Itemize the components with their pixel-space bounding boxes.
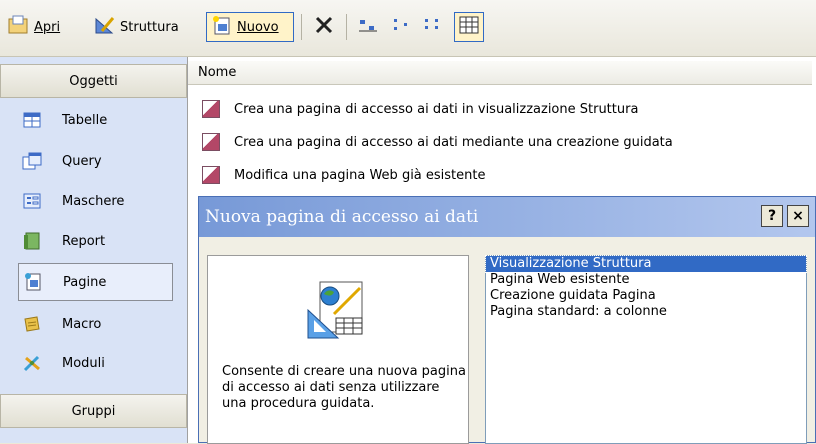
- large-icons-button[interactable]: [354, 12, 382, 42]
- open-label: Apri: [34, 19, 61, 35]
- page-shortcut-icon: [202, 133, 220, 151]
- name-column-header[interactable]: Nome: [188, 61, 812, 85]
- open-button[interactable]: Apri: [8, 12, 60, 42]
- new-label: Nuovo: [237, 19, 279, 35]
- query-icon: [22, 151, 42, 171]
- design-view-icon: [304, 278, 372, 350]
- sidebar-item-label: Query: [62, 153, 102, 169]
- preview-panel: Consente di creare una nuova pagina di a…: [207, 255, 469, 444]
- design-label: Struttura: [120, 19, 179, 35]
- list-item[interactable]: Modifica una pagina Web già esistente: [202, 163, 486, 187]
- objects-pane: Oggetti Tabelle Query Maschere Report Pa…: [0, 57, 188, 443]
- list-item-label: Crea una pagina di accesso ai dati media…: [234, 134, 673, 150]
- dialog-title: Nuova pagina di accesso ai dati: [205, 207, 479, 227]
- sidebar-item-reports[interactable]: Report: [22, 222, 174, 260]
- small-icons-icon: [392, 17, 412, 37]
- page-type-listbox[interactable]: Visualizzazione Struttura Pagina Web esi…: [485, 255, 807, 444]
- sidebar-item-queries[interactable]: Query: [22, 142, 174, 180]
- sidebar-item-pages[interactable]: Pagine: [18, 263, 173, 301]
- design-icon: [94, 15, 116, 39]
- new-icon: [211, 15, 233, 39]
- list-option[interactable]: Creazione guidata Pagina: [486, 288, 806, 304]
- list-option[interactable]: Visualizzazione Struttura: [485, 255, 807, 273]
- sidebar-item-forms[interactable]: Maschere: [22, 182, 174, 220]
- small-icons-button[interactable]: [388, 12, 416, 42]
- toolbar-separator: [301, 14, 302, 40]
- report-icon: [22, 231, 42, 251]
- groups-header-label: Gruppi: [71, 403, 116, 419]
- open-icon: [8, 15, 30, 39]
- sidebar-item-label: Report: [62, 233, 106, 249]
- page-shortcut-icon: [202, 166, 220, 184]
- delete-button[interactable]: [309, 12, 339, 42]
- page-icon: [23, 272, 43, 292]
- objects-header-button[interactable]: Oggetti: [0, 64, 187, 98]
- objects-header-label: Oggetti: [69, 73, 118, 89]
- list-view-button[interactable]: [420, 12, 448, 42]
- table-icon: [22, 110, 42, 130]
- design-button[interactable]: Struttura: [94, 12, 179, 42]
- details-view-button[interactable]: [454, 12, 484, 42]
- groups-header-button[interactable]: Gruppi: [0, 394, 187, 428]
- page-shortcut-icon: [202, 100, 220, 118]
- large-icons-icon: [358, 17, 378, 37]
- list-option[interactable]: Pagina Web esistente: [486, 272, 806, 288]
- module-icon: [22, 353, 42, 373]
- sidebar-item-label: Macro: [62, 316, 102, 332]
- close-icon: ×: [792, 208, 804, 224]
- list-view-icon: [424, 17, 444, 37]
- list-option[interactable]: Pagina standard: a colonne: [486, 304, 806, 320]
- sidebar-item-label: Moduli: [62, 355, 105, 371]
- list-item[interactable]: Crea una pagina di accesso ai dati in vi…: [202, 97, 638, 121]
- sidebar-item-modules[interactable]: Moduli: [22, 344, 174, 382]
- sidebar-item-macros[interactable]: Macro: [22, 305, 174, 343]
- list-item-label: Modifica una pagina Web già esistente: [234, 167, 486, 183]
- list-item-label: Crea una pagina di accesso ai dati in vi…: [234, 101, 639, 117]
- macro-icon: [22, 314, 42, 334]
- delete-icon: [314, 15, 334, 39]
- list-item[interactable]: Crea una pagina di accesso ai dati media…: [202, 130, 673, 154]
- new-page-dialog: Nuova pagina di accesso ai dati ? × Cons…: [198, 196, 816, 444]
- dialog-title-bar[interactable]: Nuova pagina di accesso ai dati: [199, 197, 815, 237]
- sidebar-item-label: Tabelle: [62, 112, 108, 128]
- sidebar-item-label: Maschere: [62, 193, 125, 209]
- sidebar-item-label: Pagine: [63, 274, 107, 290]
- column-header-label: Nome: [198, 65, 237, 80]
- dialog-description: Consente di creare una nuova pagina di a…: [222, 364, 466, 411]
- toolbar-separator: [346, 14, 347, 40]
- form-icon: [22, 191, 42, 211]
- new-button[interactable]: Nuovo: [206, 12, 294, 42]
- help-icon: ?: [767, 208, 777, 224]
- help-button[interactable]: ?: [761, 205, 783, 227]
- toolbar: Apri Struttura Nuovo: [0, 0, 816, 57]
- sidebar-item-tables[interactable]: Tabelle: [22, 101, 174, 139]
- close-button[interactable]: ×: [787, 205, 809, 227]
- details-view-icon: [459, 16, 479, 38]
